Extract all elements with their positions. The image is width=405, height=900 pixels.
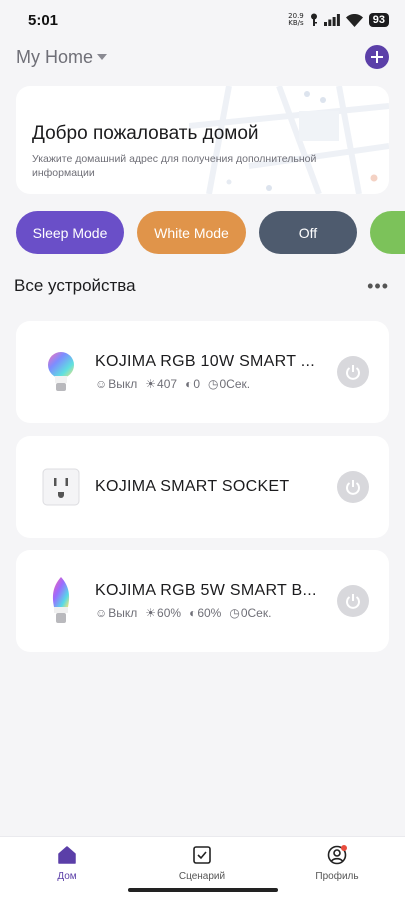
timer-stat: ◷ 0Сек. bbox=[208, 377, 250, 391]
contrast-icon: ◐ bbox=[185, 377, 193, 391]
white-mode-button[interactable]: White Mode bbox=[137, 211, 246, 254]
checkbox-icon bbox=[193, 846, 211, 864]
nav-label-scenario: Сценарий bbox=[178, 871, 226, 882]
sleep-mode-button[interactable]: Sleep Mode bbox=[16, 211, 124, 254]
home-name: My Home bbox=[16, 46, 94, 67]
socket-icon bbox=[42, 468, 80, 506]
more-options-button[interactable]: ••• bbox=[367, 276, 389, 297]
contrast-icon: ◐ bbox=[189, 606, 197, 620]
power-button[interactable] bbox=[337, 585, 369, 617]
nav-label-home: Дом bbox=[57, 871, 77, 882]
welcome-card[interactable]: Добро пожаловать домой Укажите домашний … bbox=[16, 86, 389, 194]
status-time: 5:01 bbox=[28, 11, 59, 29]
brightness-icon: ☀ bbox=[145, 606, 157, 620]
power-button[interactable] bbox=[337, 356, 369, 388]
state-value: Выкл bbox=[108, 606, 138, 620]
device-stats: ☺ Выкл ☀ 60% ◐ 60% ◷ 0Сек. bbox=[95, 606, 271, 620]
brightness-value: 60% bbox=[157, 606, 182, 620]
add-button[interactable] bbox=[365, 45, 389, 69]
power-icon bbox=[346, 594, 360, 609]
device-name: KOJIMA RGB 5W SMART B... bbox=[95, 582, 317, 599]
signal-icon bbox=[323, 14, 340, 26]
status-bar: 5:01 20.9 KB/s 93 bbox=[0, 0, 405, 40]
wifi-icon bbox=[345, 13, 363, 27]
welcome-title: Добро пожаловать домой bbox=[32, 123, 259, 144]
header: My Home bbox=[16, 42, 389, 72]
device-card[interactable]: KOJIMA RGB 10W SMART ... ☺ Выкл ☀ 407 ◐ 0 ◷… bbox=[16, 321, 389, 423]
network-speed-unit: KB/s bbox=[288, 19, 304, 27]
device-card[interactable]: KOJIMA RGB 5W SMART B... ☺ Выкл ☀ 60% ◐ 60%… bbox=[16, 550, 389, 652]
home-selector[interactable]: My Home bbox=[16, 46, 108, 68]
timer-value: 0Сек. bbox=[219, 377, 251, 391]
state-stat: ☺ Выкл bbox=[95, 606, 137, 620]
off-mode-button[interactable]: Off bbox=[259, 211, 357, 254]
nav-item-scenario[interactable]: Сценарий bbox=[157, 845, 247, 882]
brightness-icon: ☀ bbox=[145, 377, 157, 391]
key-icon bbox=[310, 13, 317, 26]
power-icon bbox=[346, 480, 360, 495]
caret-down-icon bbox=[97, 54, 108, 60]
bulb-icon bbox=[48, 352, 74, 391]
state-stat: ☺ Выкл bbox=[95, 377, 137, 391]
power-icon bbox=[346, 365, 360, 380]
state-value: Выкл bbox=[108, 377, 138, 391]
clock-icon: ◷ bbox=[208, 377, 219, 391]
socket-device-image bbox=[32, 458, 90, 516]
timer-stat: ◷ 0Сек. bbox=[229, 606, 271, 620]
extra-mode-button[interactable] bbox=[370, 211, 405, 254]
home-icon bbox=[58, 846, 76, 864]
welcome-subtitle: Укажите домашний адрес для получения доп… bbox=[32, 153, 317, 179]
timer-value: 0Сек. bbox=[240, 606, 272, 620]
device-name: KOJIMA RGB 10W SMART ... bbox=[95, 353, 315, 370]
temperature-stat: ◐ 0 bbox=[185, 377, 200, 391]
candle-bulb-icon bbox=[52, 577, 70, 623]
nav-item-home[interactable]: Дом bbox=[22, 845, 112, 882]
plus-icon bbox=[371, 51, 383, 63]
temperature-value: 60% bbox=[197, 606, 222, 620]
device-name: KOJIMA SMART SOCKET bbox=[95, 478, 290, 495]
brightness-value: 407 bbox=[157, 377, 178, 391]
section-title: Все устройства bbox=[14, 276, 136, 295]
clock-icon: ◷ bbox=[229, 606, 240, 620]
power-state-icon: ☺ bbox=[95, 606, 108, 620]
temperature-value: 0 bbox=[193, 377, 201, 391]
brightness-stat: ☀ 407 bbox=[145, 377, 177, 391]
battery-indicator: 93 bbox=[368, 13, 389, 27]
nav-label-profile: Профиль bbox=[315, 871, 359, 882]
network-speed: 20.9 KB/s bbox=[288, 13, 304, 27]
bulb-device-image bbox=[32, 343, 90, 401]
device-stats: ☺ Выкл ☀ 407 ◐ 0 ◷ 0Сек. bbox=[95, 377, 250, 391]
power-button[interactable] bbox=[337, 471, 369, 503]
home-indicator[interactable] bbox=[128, 888, 278, 892]
power-state-icon: ☺ bbox=[95, 377, 108, 391]
profile-icon bbox=[327, 845, 347, 865]
candle-bulb-device-image bbox=[32, 572, 90, 630]
temperature-stat: ◐ 60% bbox=[189, 606, 221, 620]
brightness-stat: ☀ 60% bbox=[145, 606, 181, 620]
status-icons: 20.9 KB/s 93 bbox=[288, 13, 389, 27]
scene-modes: Sleep Mode White Mode Off bbox=[16, 211, 405, 254]
device-card[interactable]: KOJIMA SMART SOCKET bbox=[16, 436, 389, 538]
devices-section-header: Все устройства ••• bbox=[14, 272, 389, 300]
nav-item-profile[interactable]: Профиль bbox=[292, 845, 382, 882]
